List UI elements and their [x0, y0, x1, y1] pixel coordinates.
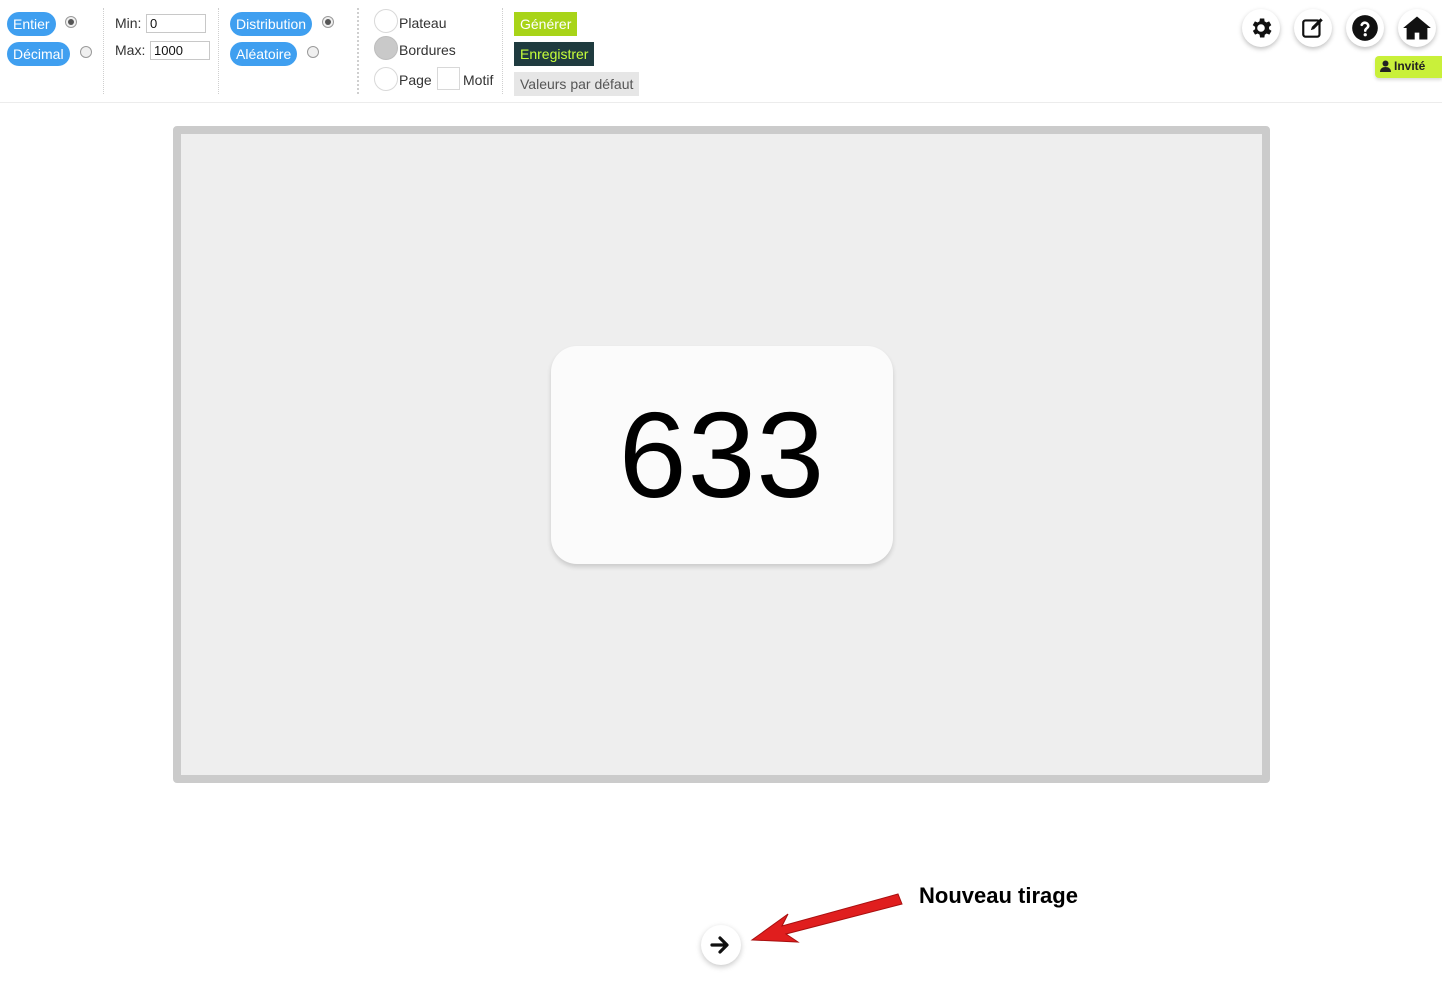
plateau-color-option[interactable] — [374, 9, 398, 33]
user-badge[interactable]: Invité — [1375, 56, 1442, 78]
number-card: 633 — [551, 346, 893, 564]
page-color-option[interactable] — [374, 67, 398, 91]
decimal-radio[interactable] — [80, 46, 92, 58]
edit-button[interactable] — [1294, 9, 1332, 47]
arrow-right-icon — [710, 936, 729, 954]
settings-button[interactable] — [1242, 9, 1280, 47]
separator — [357, 8, 359, 94]
drawn-number: 633 — [618, 387, 826, 523]
new-draw-button[interactable] — [701, 925, 741, 965]
separator — [103, 8, 104, 94]
plateau-label: Plateau — [399, 15, 447, 31]
defaults-button[interactable]: Valeurs par défaut — [514, 72, 640, 96]
help-icon — [1352, 15, 1378, 41]
aleatoire-radio[interactable] — [307, 46, 319, 58]
help-button[interactable] — [1346, 9, 1384, 47]
motif-label: Motif — [463, 72, 494, 88]
home-button[interactable] — [1398, 9, 1436, 47]
edit-icon — [1302, 18, 1323, 38]
aleatoire-option[interactable]: Aléatoire — [230, 42, 298, 66]
entier-radio[interactable] — [65, 16, 77, 28]
separator — [218, 8, 219, 94]
save-button[interactable]: Enregistrer — [514, 42, 595, 66]
max-input[interactable] — [150, 41, 210, 60]
user-icon — [1380, 60, 1391, 72]
entier-option[interactable]: Entier — [7, 12, 56, 36]
separator — [502, 8, 503, 94]
motif-option[interactable] — [437, 67, 460, 90]
decimal-option[interactable]: Décimal — [7, 42, 70, 66]
annotation-arrow-icon — [750, 893, 903, 943]
home-icon — [1403, 16, 1431, 40]
bordures-label: Bordures — [399, 42, 456, 58]
min-input[interactable] — [146, 14, 206, 33]
toolbar: Entier Décimal Min: Max: Distribution Al… — [0, 0, 1442, 103]
bordures-color-option[interactable] — [374, 36, 398, 60]
annotation-label: Nouveau tirage — [919, 883, 1078, 908]
page-label: Page — [399, 72, 432, 88]
distribution-option[interactable]: Distribution — [230, 12, 313, 36]
user-badge-label: Invité — [1394, 59, 1426, 73]
distribution-radio[interactable] — [322, 16, 334, 28]
generate-button[interactable]: Générer — [514, 12, 578, 36]
board: 633 — [173, 126, 1270, 783]
min-label: Min: — [115, 15, 142, 31]
max-label: Max: — [115, 42, 146, 58]
gear-icon — [1252, 18, 1272, 38]
